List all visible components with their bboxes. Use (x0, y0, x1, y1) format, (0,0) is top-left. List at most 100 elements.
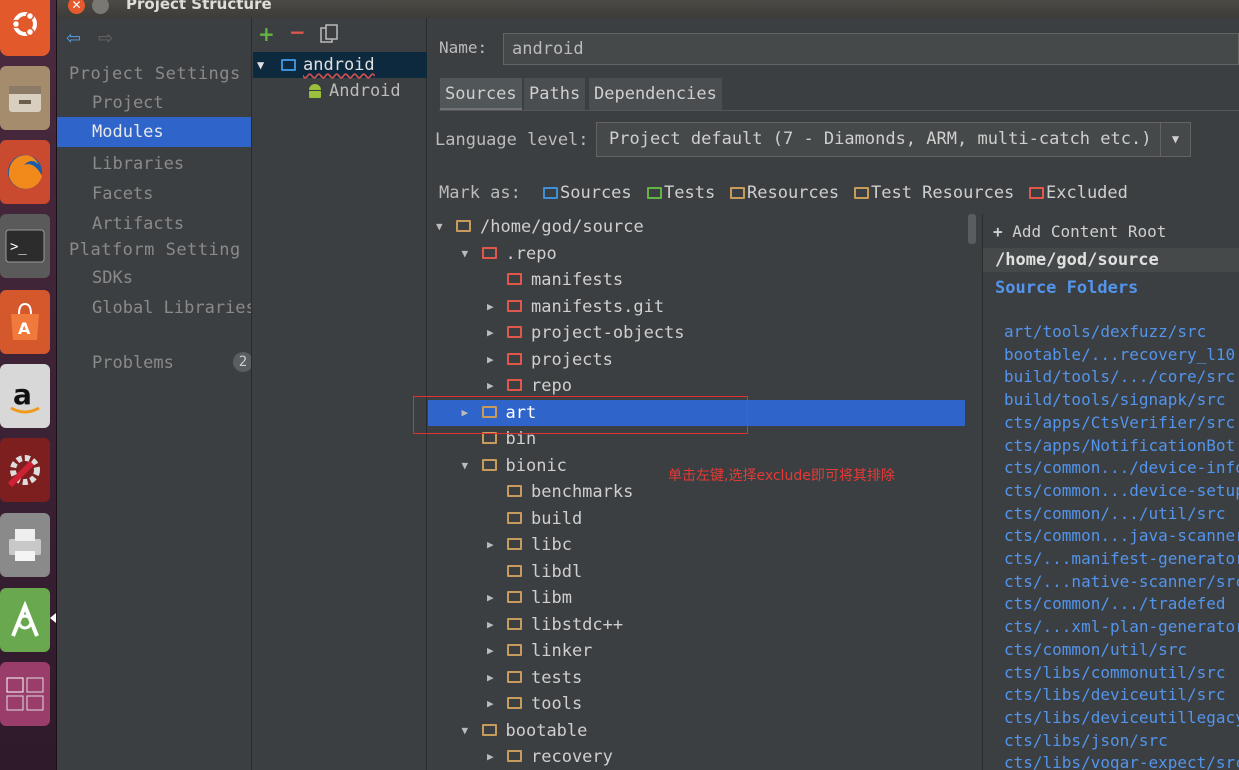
workspace-switcher-icon[interactable] (0, 662, 50, 726)
expand-down-icon[interactable]: ▼ (462, 453, 469, 479)
firefox-icon[interactable] (0, 140, 50, 204)
content-root-path: /home/god/source (983, 248, 1239, 272)
source-folder-item[interactable]: cts/common...device-setup (1004, 481, 1239, 500)
mark-sources-button[interactable]: Sources (543, 183, 632, 203)
tree-row[interactable]: build (428, 506, 965, 532)
source-folder-item[interactable]: cts/libs/json/src (1004, 731, 1168, 750)
mark-test-resources-button[interactable]: Test Resources (854, 183, 1014, 203)
nav-item-facets[interactable]: Facets (57, 179, 251, 209)
expand-right-icon[interactable]: ▶ (487, 532, 494, 558)
tree-row[interactable]: ▶ libc (428, 532, 965, 558)
mark-resources-button[interactable]: Resources (730, 183, 839, 203)
expand-right-icon[interactable]: ▶ (487, 585, 494, 611)
mark-excluded-button[interactable]: Excluded (1029, 183, 1128, 203)
tree-row-label: projects (531, 349, 613, 370)
close-window-button[interactable]: ✕ (68, 0, 85, 14)
language-level-select[interactable]: Project default (7 - Diamonds, ARM, mult… (596, 122, 1191, 157)
forward-arrow-icon[interactable]: ⇨ (98, 28, 113, 49)
expand-right-icon[interactable]: ▶ (487, 347, 494, 373)
source-folder-item[interactable]: cts/common/.../tradefed (1004, 594, 1226, 613)
expand-down-icon[interactable]: ▼ (462, 718, 469, 744)
back-arrow-icon[interactable]: ⇦ (66, 28, 81, 49)
tab-sources[interactable]: Sources (440, 78, 522, 110)
source-folder-item[interactable]: cts/common.../device-info (1004, 458, 1239, 477)
ubuntu-dash-icon[interactable] (0, 0, 50, 56)
source-folder-item[interactable]: build/tools/signapk/src (1004, 390, 1226, 409)
mark-tests-button[interactable]: Tests (647, 183, 715, 203)
facet-android[interactable]: Android (253, 78, 427, 104)
tree-row[interactable]: ▼ .repo (428, 241, 965, 267)
expand-down-icon[interactable]: ▼ (257, 52, 264, 78)
expand-right-icon[interactable]: ▶ (487, 612, 494, 638)
tree-row[interactable]: ▶ linker (428, 638, 965, 664)
settings-nav: ⇦ ⇨ Project Settings Project Modules Lib… (57, 18, 252, 770)
tab-paths[interactable]: Paths (524, 78, 586, 110)
nav-item-problems[interactable]: Problems (57, 348, 251, 378)
source-folder-item[interactable]: build/tools/.../core/src (1004, 367, 1235, 386)
expand-down-icon[interactable]: ▼ (436, 214, 443, 240)
expand-right-icon[interactable]: ▶ (487, 691, 494, 717)
expand-right-icon[interactable]: ▶ (487, 665, 494, 691)
tree-row[interactable]: ▶ project-objects (428, 320, 965, 346)
tree-row[interactable]: ▼ bootable (428, 718, 965, 744)
source-folder-item[interactable]: cts/...native-scanner/src (1004, 572, 1239, 591)
tree-row[interactable]: ▶ projects (428, 347, 965, 373)
expand-down-icon[interactable]: ▼ (462, 241, 469, 267)
nav-item-project[interactable]: Project (57, 88, 251, 118)
source-folder-item[interactable]: cts/...xml-plan-generator (1004, 617, 1239, 636)
tree-row[interactable]: ▶ libstdc++ (428, 612, 965, 638)
source-folder-item[interactable]: cts/libs/deviceutillegacy (1004, 708, 1239, 727)
nav-item-libraries[interactable]: Libraries (57, 149, 251, 179)
tree-row-label: tests (531, 667, 583, 688)
copy-module-icon[interactable] (320, 24, 338, 48)
nav-item-sdks[interactable]: SDKs (57, 263, 251, 293)
module-android[interactable]: ▼ android (253, 52, 427, 78)
chevron-down-icon[interactable]: ▼ (1160, 123, 1190, 156)
source-folder-item[interactable]: cts/common/util/src (1004, 640, 1187, 659)
terminal-icon[interactable]: >_ (0, 214, 50, 278)
add-module-icon[interactable]: + (258, 22, 275, 46)
tree-row[interactable]: ▶ recovery (428, 744, 965, 770)
nav-item-artifacts[interactable]: Artifacts (57, 209, 251, 239)
source-folder-item[interactable]: cts/...manifest-generator (1004, 549, 1239, 568)
mark-excluded-label: Excluded (1046, 183, 1128, 203)
remove-module-icon[interactable]: − (289, 20, 306, 44)
source-folder-item[interactable]: art/tools/dexfuzz/src (1004, 322, 1206, 341)
source-folder-item[interactable]: cts/common...java-scanner (1004, 526, 1239, 545)
expand-right-icon[interactable]: ▶ (487, 638, 494, 664)
folder-icon (456, 220, 471, 232)
source-folder-item[interactable]: cts/apps/CtsVerifier/src (1004, 413, 1235, 432)
nav-item-modules[interactable]: Modules (57, 117, 251, 147)
highlight-annotation-box (413, 396, 748, 434)
amazon-icon[interactable]: a (0, 364, 50, 428)
module-name-input[interactable] (503, 33, 1239, 65)
tree-row[interactable]: ▼ /home/god/source (428, 214, 965, 240)
tree-row[interactable]: ▶ tests (428, 665, 965, 691)
tree-row[interactable]: libdl (428, 559, 965, 585)
source-folder-item[interactable]: cts/common/.../util/src (1004, 504, 1226, 523)
files-icon[interactable] (0, 66, 50, 130)
platform-settings-heading: Platform Setting (69, 240, 241, 260)
source-folder-item[interactable]: bootable/...recovery_l10 (1004, 345, 1235, 364)
system-settings-icon[interactable] (0, 438, 50, 502)
android-studio-icon[interactable] (0, 588, 50, 652)
expand-right-icon[interactable]: ▶ (487, 294, 494, 320)
tree-row[interactable]: manifests (428, 267, 965, 293)
expand-right-icon[interactable]: ▶ (487, 320, 494, 346)
add-content-root-button[interactable]: + Add Content Root (993, 222, 1166, 241)
module-details: Name: Sources Paths Dependencies Languag… (413, 18, 1239, 770)
tab-dependencies[interactable]: Dependencies (589, 78, 722, 110)
minimize-window-button[interactable] (92, 0, 109, 14)
tree-scrollbar[interactable] (968, 214, 976, 244)
source-folder-item[interactable]: cts/libs/vogar-expect/src (1004, 753, 1239, 770)
expand-right-icon[interactable]: ▶ (487, 744, 494, 770)
source-folder-item[interactable]: cts/libs/deviceutil/src (1004, 685, 1226, 704)
software-center-icon[interactable]: A (0, 290, 50, 354)
printer-icon[interactable] (0, 513, 50, 577)
source-folder-item[interactable]: cts/libs/commonutil/src (1004, 663, 1226, 682)
tree-row[interactable]: ▶ tools (428, 691, 965, 717)
tree-row[interactable]: ▶ libm (428, 585, 965, 611)
tree-row[interactable]: ▶ manifests.git (428, 294, 965, 320)
nav-item-global-libraries[interactable]: Global Libraries (57, 293, 251, 323)
source-folder-item[interactable]: cts/apps/NotificationBot (1004, 436, 1235, 455)
